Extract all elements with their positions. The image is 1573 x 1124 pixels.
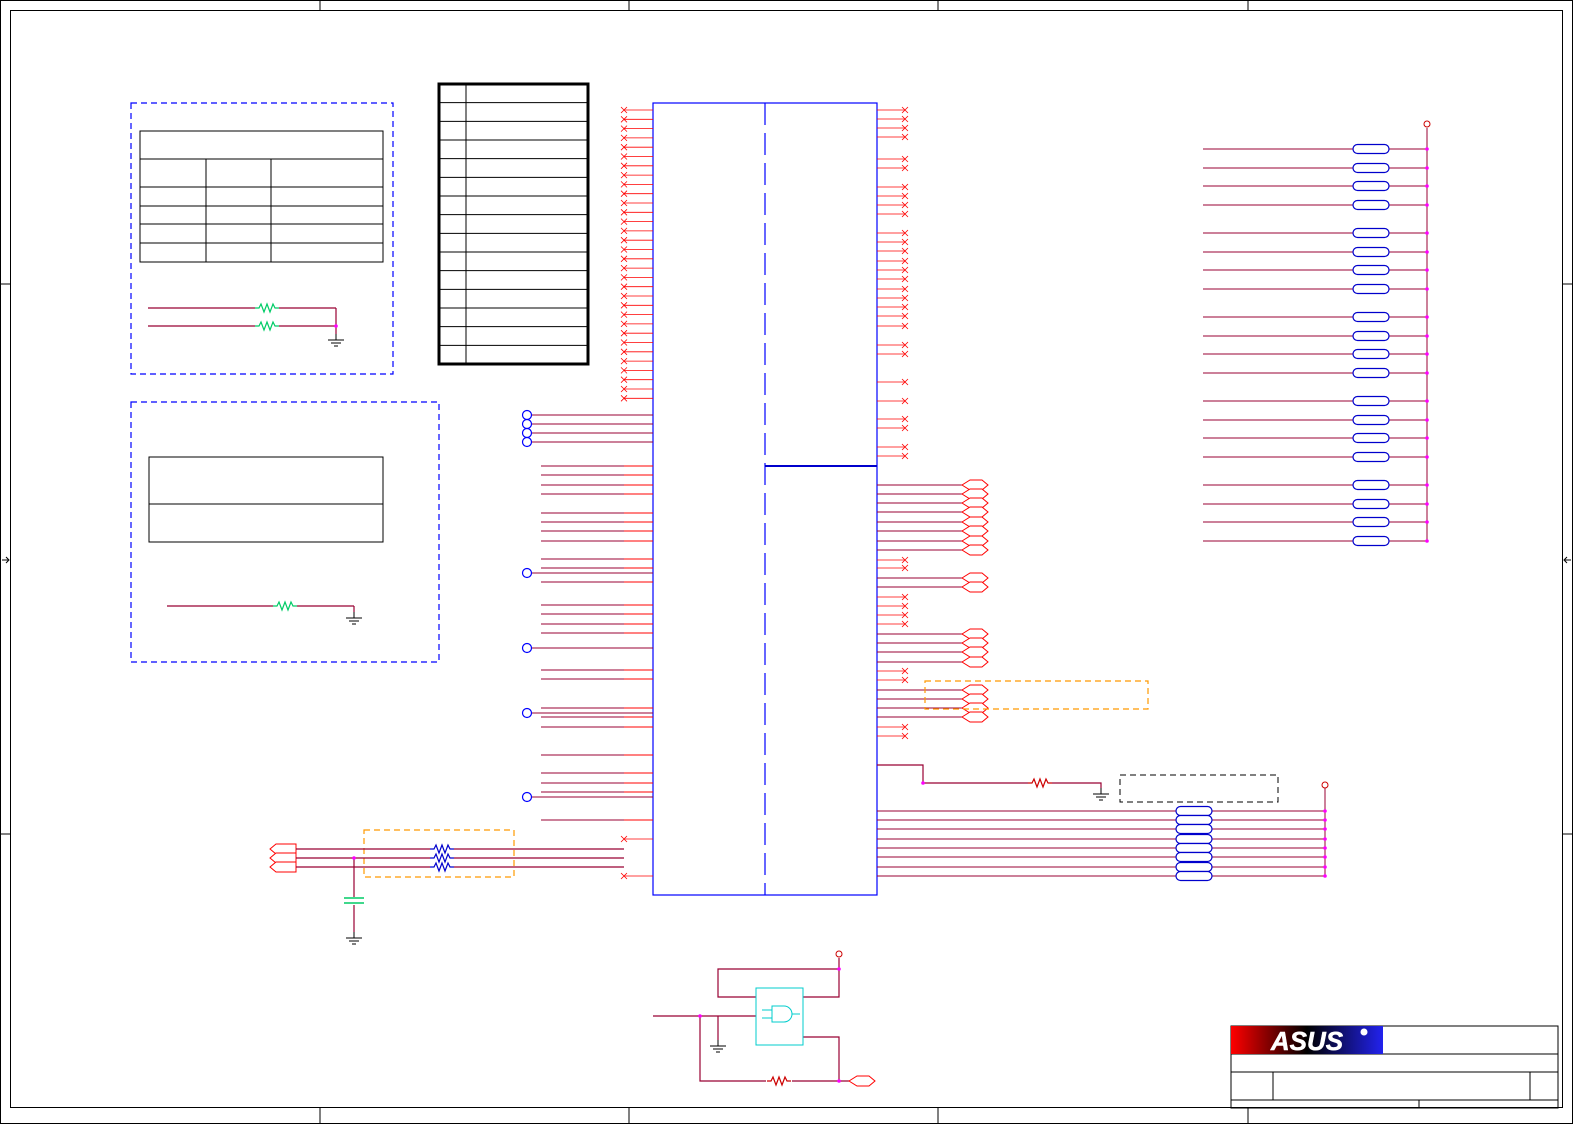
test-points	[521, 409, 533, 803]
test-point	[521, 436, 533, 448]
test-point	[521, 427, 533, 439]
strap-resistors	[148, 303, 345, 347]
config-block	[130, 102, 394, 375]
test-point	[521, 409, 533, 421]
strap-table	[437, 82, 590, 366]
config-table	[139, 130, 384, 263]
schematic-sheet: ASUS	[0, 0, 1573, 1124]
test-point	[521, 642, 533, 654]
test-point	[521, 567, 533, 579]
ic-left-pins	[532, 106, 653, 880]
pulldown-resistor	[877, 764, 1279, 803]
ground-icon	[1092, 787, 1110, 801]
bead-column	[1203, 120, 1431, 547]
test-point	[521, 418, 533, 430]
offpage-connectors	[877, 479, 989, 723]
ground-icon	[345, 611, 363, 625]
optional-region	[924, 680, 1149, 710]
registered-mark-icon	[1360, 1028, 1368, 1036]
ground-icon	[709, 1039, 727, 1053]
test-point	[521, 791, 533, 803]
ground-icon	[327, 333, 345, 347]
annotation-box	[1119, 774, 1279, 803]
ground-icon	[345, 931, 363, 945]
title-block: ASUS	[1230, 1025, 1559, 1109]
note-block	[130, 401, 440, 663]
ic-right-pins	[877, 106, 909, 740]
asus-logo: ASUS	[1231, 1026, 1383, 1056]
gate-circuit	[653, 950, 876, 1087]
test-point	[521, 707, 533, 719]
rc-network	[269, 829, 624, 945]
main-ic	[652, 102, 878, 896]
asus-logo-text: ASUS	[1270, 1026, 1344, 1056]
